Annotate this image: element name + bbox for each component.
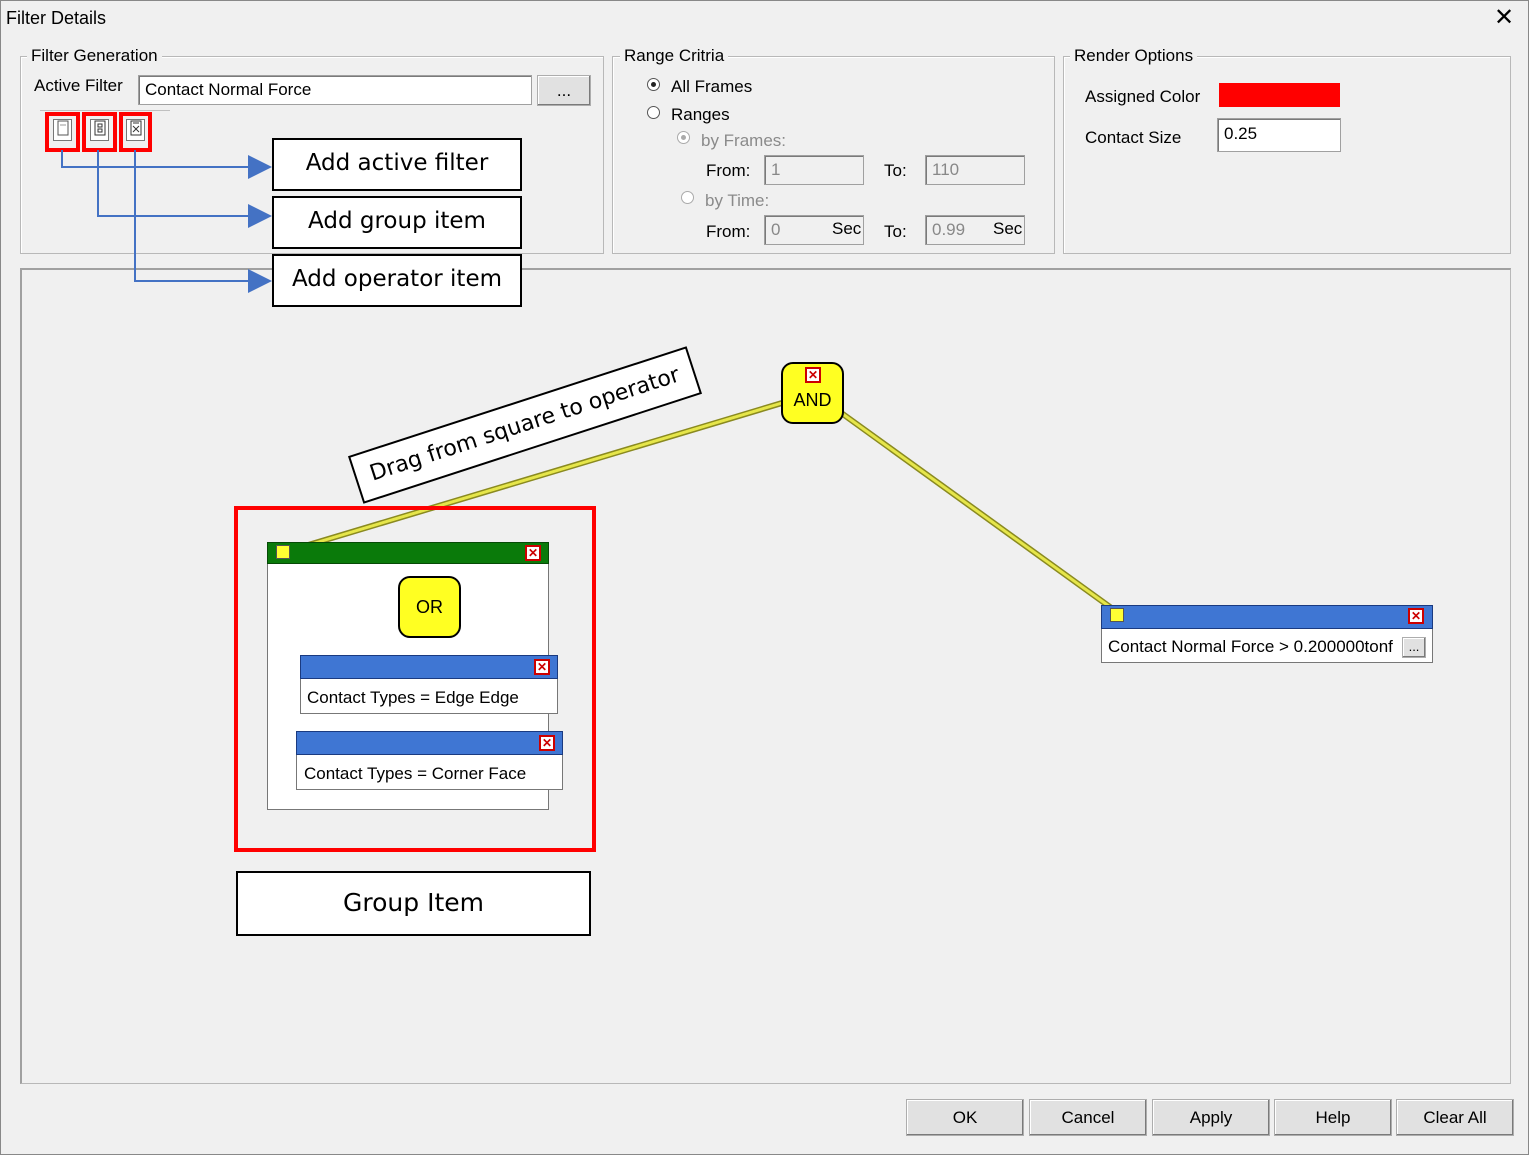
standalone-filter-link-handle[interactable] — [1110, 608, 1124, 622]
group-item-callout: Group Item — [236, 871, 591, 936]
standalone-filter-label: Contact Normal Force > 0.200000tonf — [1108, 637, 1393, 656]
cancel-button[interactable]: Cancel — [1029, 1099, 1147, 1136]
standalone-filter-delete-icon[interactable]: ✕ — [1408, 608, 1424, 624]
callout-arrowheads — [248, 155, 272, 293]
group-item-header[interactable] — [267, 542, 549, 564]
group-delete-icon[interactable]: ✕ — [525, 545, 541, 561]
group-filter-1-header[interactable] — [300, 655, 558, 679]
group-filter-2-label: Contact Types = Corner Face — [304, 764, 527, 783]
or-operator-node[interactable]: OR — [398, 576, 461, 638]
group-link-handle[interactable] — [276, 545, 290, 559]
add-group-item-callout: Add group item — [272, 196, 522, 249]
apply-button[interactable]: Apply — [1152, 1099, 1270, 1136]
group-filter-2-header[interactable] — [296, 731, 563, 755]
group-filter-1-delete-icon[interactable]: ✕ — [534, 659, 550, 675]
group-filter-1-label: Contact Types = Edge Edge — [307, 688, 519, 707]
ok-button[interactable]: OK — [906, 1099, 1024, 1136]
and-operator-label: AND — [793, 390, 832, 410]
add-operator-item-callout: Add operator item — [272, 254, 522, 307]
or-operator-label: OR — [416, 597, 443, 617]
help-button[interactable]: Help — [1274, 1099, 1392, 1136]
group-filter-2-delete-icon[interactable]: ✕ — [539, 735, 555, 751]
standalone-filter-header[interactable] — [1101, 605, 1433, 629]
and-operator-delete-icon[interactable]: ✕ — [805, 367, 821, 383]
add-active-filter-callout: Add active filter — [272, 138, 522, 191]
callout-arrows — [61, 150, 252, 282]
connector-layer — [61, 150, 1119, 735]
standalone-filter-browse-button[interactable]: ... — [1402, 637, 1426, 658]
clear-all-button[interactable]: Clear All — [1396, 1099, 1514, 1136]
